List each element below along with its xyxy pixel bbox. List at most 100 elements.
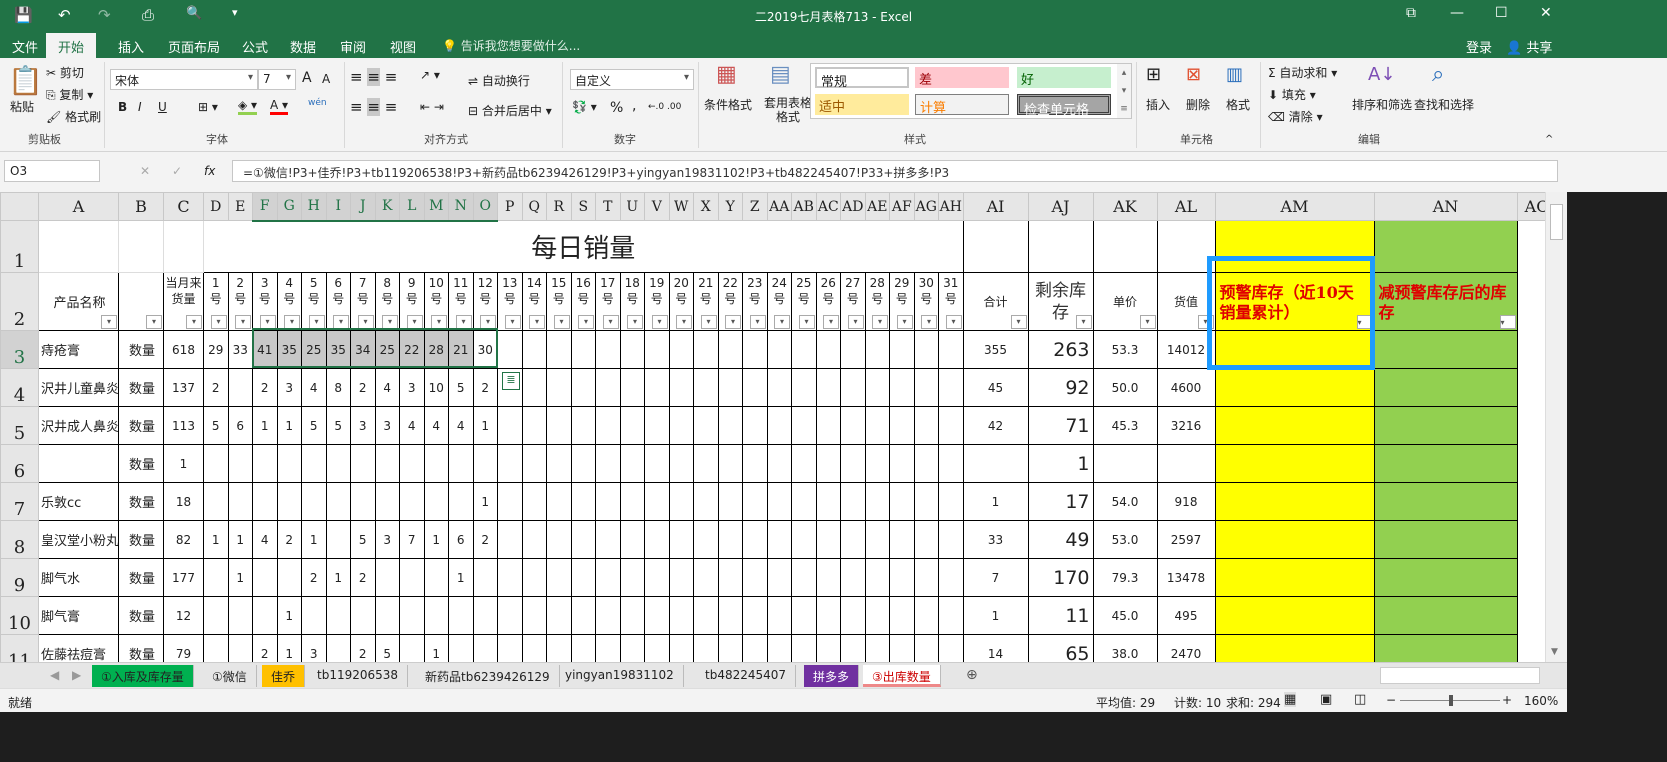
day-sales-cell[interactable]: [203, 634, 229, 662]
day-sales-cell[interactable]: [472, 558, 498, 597]
stock-after-warning-cell[interactable]: [1373, 444, 1518, 483]
product-name-cell[interactable]: 皇汉堂小粉丸: [38, 520, 119, 559]
quick-analysis-icon[interactable]: ≣: [502, 372, 520, 390]
day-sales-cell[interactable]: [742, 330, 768, 369]
day-sales-cell[interactable]: [766, 634, 792, 662]
warning-stock-cell[interactable]: [1214, 634, 1375, 662]
arrival-cell[interactable]: 113: [163, 406, 204, 445]
filter-dropdown-icon[interactable]: ▾: [651, 315, 668, 329]
style-bad[interactable]: 差: [915, 67, 1009, 88]
font-color-icon[interactable]: A ▾: [270, 98, 289, 115]
cell[interactable]: [1373, 220, 1518, 273]
day-sales-cell[interactable]: [938, 444, 964, 483]
day-sales-cell[interactable]: [448, 634, 474, 662]
day-sales-cell[interactable]: [203, 558, 229, 597]
day-sales-cell[interactable]: [399, 444, 425, 483]
day-sales-cell[interactable]: [766, 596, 792, 635]
warning-stock-cell[interactable]: [1214, 406, 1375, 445]
fill-color-icon[interactable]: ◈ ▾: [238, 98, 258, 115]
day-sales-cell[interactable]: [521, 330, 547, 369]
column-header-AN[interactable]: AN: [1373, 192, 1518, 221]
value-cell[interactable]: 2470: [1156, 634, 1216, 662]
day-sales-cell[interactable]: [766, 330, 792, 369]
header-warning-stock[interactable]: 预警库存（近10天销量累计） ▾: [1214, 272, 1375, 331]
day-sales-cell[interactable]: 2: [350, 558, 376, 597]
day-sales-cell[interactable]: [619, 596, 645, 635]
horizontal-scrollbar[interactable]: [1380, 667, 1540, 684]
prev-sheet-icon[interactable]: ◀: [50, 668, 59, 682]
day-sales-cell[interactable]: [840, 558, 866, 597]
product-name-cell[interactable]: 脚气水: [38, 558, 119, 597]
cell[interactable]: [962, 220, 1029, 273]
header-day[interactable]: 18 号 ▾: [619, 272, 645, 331]
day-sales-cell[interactable]: [644, 634, 670, 662]
day-sales-cell[interactable]: [497, 520, 523, 559]
day-sales-cell[interactable]: [791, 482, 817, 521]
column-header-AE[interactable]: AE: [864, 192, 890, 221]
column-header-AB[interactable]: AB: [791, 192, 817, 221]
column-header-AC[interactable]: AC: [815, 192, 841, 221]
day-sales-cell[interactable]: [521, 520, 547, 559]
insert-cells-button[interactable]: 插入: [1146, 96, 1170, 113]
sheet-tab[interactable]: 佳乔: [262, 665, 306, 687]
day-sales-cell[interactable]: [913, 596, 939, 635]
day-sales-cell[interactable]: 1: [276, 634, 302, 662]
day-sales-cell[interactable]: [644, 330, 670, 369]
unit-cell[interactable]: 数量: [118, 330, 164, 369]
day-sales-cell[interactable]: 1: [448, 558, 474, 597]
tab-page-layout[interactable]: 页面布局: [168, 37, 220, 56]
filter-dropdown-icon[interactable]: ▾: [749, 315, 766, 329]
day-sales-cell[interactable]: [227, 634, 253, 662]
header-day[interactable]: 9 号 ▾: [399, 272, 425, 331]
day-sales-cell[interactable]: [570, 634, 596, 662]
indent-icon[interactable]: ⇤ ⇥: [420, 100, 444, 114]
header-day[interactable]: 19 号 ▾: [644, 272, 670, 331]
filter-dropdown-icon[interactable]: ▾: [406, 315, 423, 329]
share-button[interactable]: 👤 共享: [1506, 37, 1552, 56]
filter-dropdown-icon[interactable]: ▾: [1139, 315, 1156, 329]
product-name-cell[interactable]: 沢井成人鼻炎: [38, 406, 119, 445]
next-sheet-icon[interactable]: ▶: [72, 668, 81, 682]
day-sales-cell[interactable]: 4: [252, 520, 278, 559]
day-sales-cell[interactable]: 3: [374, 520, 400, 559]
filter-dropdown-icon[interactable]: ▾: [431, 315, 447, 329]
header-value[interactable]: 货值 ▾: [1156, 272, 1216, 331]
header-day[interactable]: 28 号 ▾: [864, 272, 890, 331]
day-sales-cell[interactable]: [448, 444, 474, 483]
sheet-tab[interactable]: yingyan19831102: [556, 665, 684, 687]
day-sales-cell[interactable]: [252, 444, 278, 483]
warning-stock-cell[interactable]: [1214, 558, 1375, 597]
unit-cell[interactable]: 数量: [118, 558, 164, 597]
arrival-cell[interactable]: 12: [163, 596, 204, 635]
filter-dropdown-icon[interactable]: ▾: [774, 315, 790, 329]
day-sales-cell[interactable]: [668, 368, 694, 407]
filter-dropdown-icon[interactable]: ▾: [284, 315, 300, 329]
arrival-cell[interactable]: 18: [163, 482, 204, 521]
column-header-J[interactable]: J: [350, 192, 376, 222]
day-sales-cell[interactable]: [938, 520, 964, 559]
day-sales-cell[interactable]: [913, 330, 939, 369]
column-header-AF[interactable]: AF: [889, 192, 915, 221]
day-sales-cell[interactable]: 2: [350, 368, 376, 407]
format-painter-button[interactable]: 🖌 格式刷: [46, 108, 101, 125]
day-sales-cell[interactable]: [350, 482, 376, 521]
day-sales-cell[interactable]: [619, 482, 645, 521]
cell[interactable]: [1517, 597, 1545, 635]
day-sales-cell[interactable]: 34: [350, 330, 376, 369]
day-sales-cell[interactable]: 2: [203, 368, 229, 407]
day-sales-cell[interactable]: [546, 482, 572, 521]
day-sales-cell[interactable]: [864, 406, 890, 445]
comma-button[interactable]: ,: [632, 98, 636, 114]
day-sales-cell[interactable]: [864, 596, 890, 635]
day-sales-cell[interactable]: [938, 330, 964, 369]
underline-button[interactable]: U: [158, 100, 167, 114]
total-cell[interactable]: 33: [962, 520, 1029, 559]
day-sales-cell[interactable]: [423, 482, 449, 521]
cut-button[interactable]: ✂ 剪切: [46, 64, 84, 81]
day-sales-cell[interactable]: [546, 520, 572, 559]
select-all-corner[interactable]: [0, 192, 39, 221]
gallery-scroll[interactable]: ▴ ▾ ≡: [1117, 64, 1131, 118]
stock-cell[interactable]: 17: [1027, 482, 1094, 521]
tab-data[interactable]: 数据: [290, 37, 316, 56]
name-box[interactable]: O3: [4, 160, 100, 182]
